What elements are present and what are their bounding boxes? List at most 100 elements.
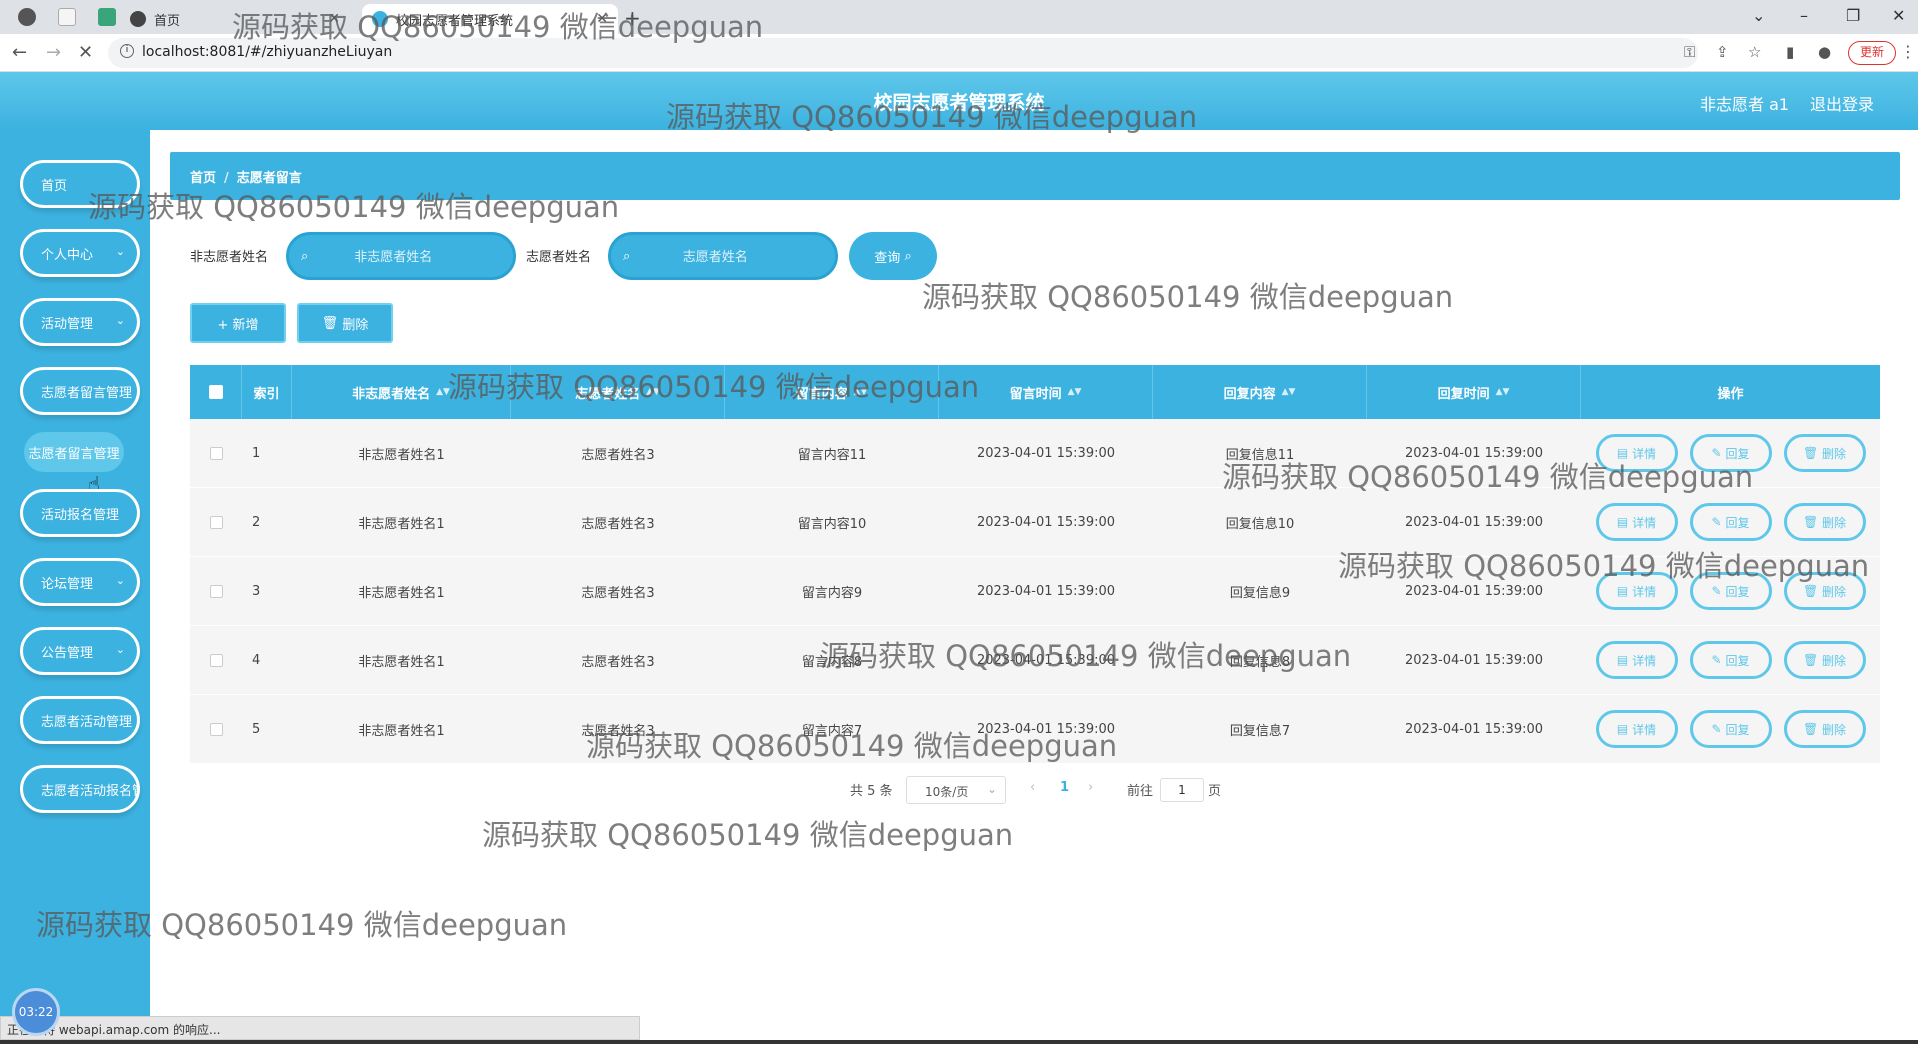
sort-icon[interactable]: ▲▼ xyxy=(1496,387,1510,397)
sort-icon[interactable]: ▲▼ xyxy=(1068,387,1082,397)
sidebar-item-volunteer-signup[interactable]: 志愿者活动报名管理 xyxy=(20,765,140,813)
select-all-checkbox[interactable] xyxy=(208,385,223,399)
cell-content: 留言内容11 xyxy=(797,447,867,463)
search-input-nonvolunteer[interactable] xyxy=(308,248,479,264)
search-icon: ⌕ xyxy=(623,248,631,264)
cell-index: 1 xyxy=(252,445,261,461)
url-field[interactable]: i localhost:8081/#/zhiyuanzheLiuyan xyxy=(108,38,1698,68)
forward-icon[interactable]: → xyxy=(46,42,61,63)
delete-button[interactable]: 🗑 删除 xyxy=(297,303,393,343)
detail-button[interactable]: ▤ 详情 xyxy=(1595,434,1678,472)
sidebar-subitem-messages[interactable]: 志愿者留言管理 xyxy=(24,432,124,472)
share-icon[interactable]: ⇪ xyxy=(1716,43,1729,61)
profile-icon[interactable]: ● xyxy=(1818,43,1831,61)
row-checkbox-cell[interactable] xyxy=(190,488,242,556)
pinned-tab-icon[interactable] xyxy=(58,8,76,26)
row-checkbox-cell[interactable] xyxy=(190,557,242,625)
row-checkbox[interactable] xyxy=(209,722,223,736)
row-checkbox[interactable] xyxy=(209,653,223,667)
globe-icon xyxy=(130,11,146,27)
detail-button[interactable]: ▤ 详情 xyxy=(1595,572,1678,610)
row-delete-button[interactable]: 🗑 删除 xyxy=(1783,572,1866,610)
goto-page-input[interactable]: 1 xyxy=(1160,778,1204,802)
search-nonvolunteer[interactable]: ⌕ xyxy=(286,232,516,280)
key-icon[interactable]: ⚿ xyxy=(1684,43,1695,61)
page-number-current[interactable]: 1 xyxy=(1060,780,1069,795)
row-delete-button[interactable]: 🗑 删除 xyxy=(1783,710,1866,748)
col-content[interactable]: 留言内容 ▲▼ xyxy=(725,365,939,419)
sidebar-item-notice[interactable]: 公告管理 ⌄ xyxy=(20,627,140,675)
back-icon[interactable]: ← xyxy=(12,42,27,63)
minimize-icon[interactable]: – xyxy=(1800,6,1808,25)
stop-icon[interactable]: ✕ xyxy=(78,42,93,63)
row-delete-button[interactable]: 🗑 删除 xyxy=(1783,641,1866,679)
page-size-select[interactable]: 10条/页 ⌄ xyxy=(906,776,1006,804)
edit-icon: ✎ xyxy=(1711,584,1722,598)
row-checkbox-cell[interactable] xyxy=(190,695,242,763)
detail-button[interactable]: ▤ 详情 xyxy=(1595,710,1678,748)
sort-icon[interactable]: ▲▼ xyxy=(854,387,868,397)
search-input-volunteer[interactable] xyxy=(630,248,801,264)
sidebar-item-activity[interactable]: 活动管理 ⌄ xyxy=(20,298,140,346)
col-volunteer[interactable]: 志愿者姓名 ▲▼ xyxy=(511,365,725,419)
row-checkbox[interactable] xyxy=(209,584,223,598)
logout-link[interactable]: 退出登录 xyxy=(1810,91,1874,115)
sidebar-item-signup[interactable]: 活动报名管理 xyxy=(20,489,140,537)
pinned-tab-icon[interactable] xyxy=(18,8,36,26)
restore-icon[interactable]: ❐ xyxy=(1846,6,1860,25)
prev-page-icon[interactable]: ‹ xyxy=(1030,780,1035,795)
row-checkbox[interactable] xyxy=(209,515,223,529)
row-checkbox-cell[interactable] xyxy=(190,626,242,694)
close-tab-icon[interactable]: ✕ xyxy=(328,11,340,27)
app-header: 校园志愿者管理系统 非志愿者 a1 退出登录 xyxy=(0,72,1918,130)
current-user: 非志愿者 a1 xyxy=(1700,95,1790,114)
select-all-checkbox-cell[interactable] xyxy=(190,365,242,419)
reply-button[interactable]: ✎ 回复 xyxy=(1689,434,1772,472)
search-volunteer[interactable]: ⌕ xyxy=(608,232,838,280)
chevron-down-icon[interactable]: ⌄ xyxy=(1752,6,1765,25)
recording-clock: 03:22 xyxy=(12,988,60,1036)
tab-system[interactable]: 校园志愿者管理系统 ✕ xyxy=(362,4,618,34)
reply-button[interactable]: ✎ 回复 xyxy=(1689,572,1772,610)
update-button[interactable]: 更新 xyxy=(1848,41,1896,65)
query-button[interactable]: 查询 ⌕ xyxy=(849,232,937,280)
detail-button[interactable]: ▤ 详情 xyxy=(1595,503,1678,541)
vue-tab-icon[interactable] xyxy=(98,8,116,26)
sidebar-item-forum[interactable]: 论坛管理 ⌄ xyxy=(20,558,140,606)
sidebar-item-messages[interactable]: 志愿者留言管理 xyxy=(20,367,140,415)
row-checkbox[interactable] xyxy=(209,446,223,460)
chevron-down-icon: ⌄ xyxy=(115,574,125,587)
sort-icon[interactable]: ▲▼ xyxy=(436,387,450,397)
reply-button[interactable]: ✎ 回复 xyxy=(1689,503,1772,541)
sort-icon[interactable]: ▲▼ xyxy=(1282,387,1296,397)
tab-home[interactable]: 首页 ✕ xyxy=(120,4,350,34)
chevron-down-icon: ⌄ xyxy=(986,782,997,796)
row-checkbox-cell[interactable] xyxy=(190,419,242,487)
breadcrumb-home[interactable]: 首页 xyxy=(190,171,216,186)
sidebar-item-volunteer-activity[interactable]: 志愿者活动管理 xyxy=(20,696,140,744)
next-page-icon[interactable]: › xyxy=(1088,780,1093,795)
sidebar-toggle-icon[interactable]: ▮ xyxy=(1786,43,1794,61)
new-tab-icon[interactable]: + xyxy=(624,6,641,30)
col-reply-time[interactable]: 回复时间 ▲▼ xyxy=(1367,365,1581,419)
add-button[interactable]: + 新增 xyxy=(190,303,286,343)
cell-nonvolunteer: 非志愿者姓名1 xyxy=(358,585,445,601)
reply-button[interactable]: ✎ 回复 xyxy=(1689,710,1772,748)
row-delete-button[interactable]: 🗑 删除 xyxy=(1783,503,1866,541)
row-delete-button[interactable]: 🗑 删除 xyxy=(1783,434,1866,472)
cell-nonvolunteer: 非志愿者姓名1 xyxy=(358,516,445,532)
close-tab-icon[interactable]: ✕ xyxy=(596,11,608,27)
sidebar-item-home[interactable]: 首页 xyxy=(20,160,140,208)
menu-icon[interactable]: ⋮ xyxy=(1900,42,1916,61)
star-icon[interactable]: ☆ xyxy=(1748,43,1761,61)
sort-icon[interactable]: ▲▼ xyxy=(646,387,660,397)
detail-button[interactable]: ▤ 详情 xyxy=(1595,641,1678,679)
col-nonvolunteer[interactable]: 非志愿者姓名 ▲▼ xyxy=(292,365,511,419)
cell-reply-time: 2023-04-01 15:39:00 xyxy=(1404,652,1544,668)
sidebar-item-profile[interactable]: 个人中心 ⌄ xyxy=(20,229,140,277)
reply-button[interactable]: ✎ 回复 xyxy=(1689,641,1772,679)
info-icon[interactable]: i xyxy=(120,44,134,58)
close-icon[interactable]: ✕ xyxy=(1892,6,1905,25)
col-reply[interactable]: 回复内容 ▲▼ xyxy=(1153,365,1367,419)
col-time[interactable]: 留言时间 ▲▼ xyxy=(939,365,1153,419)
